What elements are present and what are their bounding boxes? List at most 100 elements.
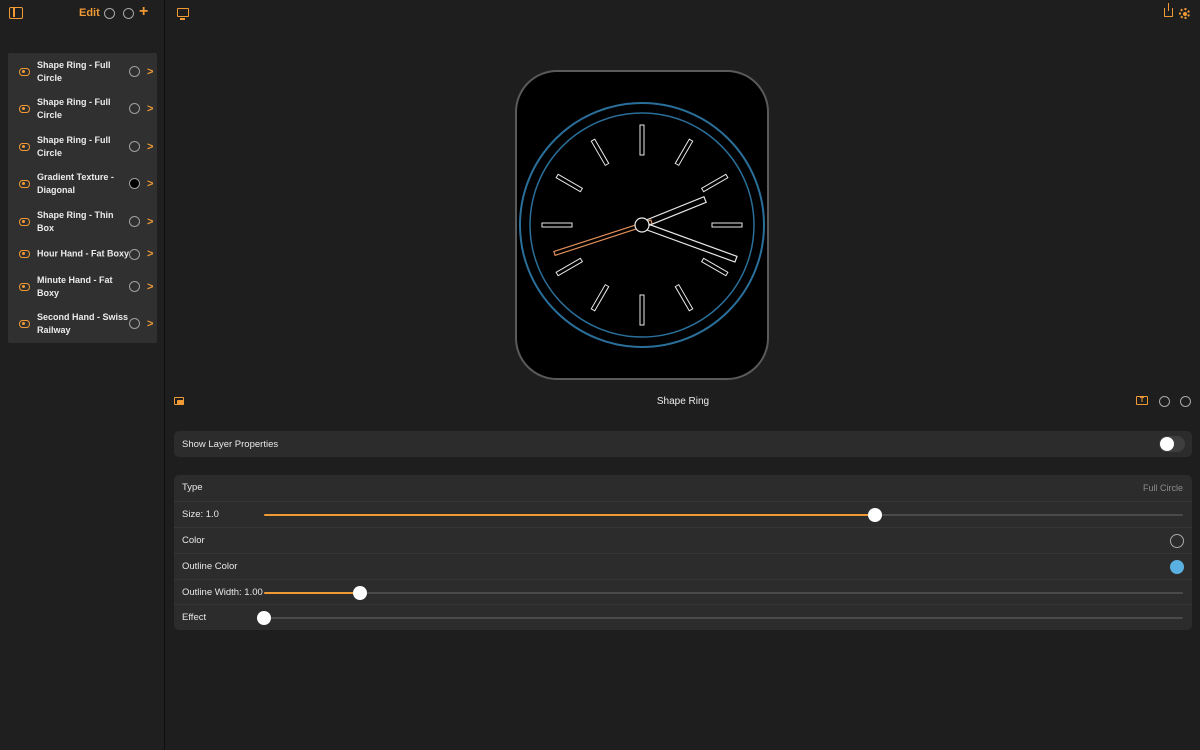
eye-icon[interactable]	[19, 250, 30, 258]
color-swatch	[129, 103, 140, 114]
layer-header: Shape Ring T	[166, 390, 1200, 414]
type-row[interactable]: Type Full Circle	[174, 475, 1192, 501]
layer-label: Shape Ring - Full Circle	[37, 96, 111, 120]
eye-icon[interactable]	[19, 104, 30, 113]
list-item[interactable]: Shape Ring - Thin Box >	[8, 203, 157, 240]
color-swatch	[129, 248, 140, 260]
size-row: Size: 1.0	[174, 501, 1192, 527]
layer-label: Hour Hand - Fat Boxy	[37, 248, 130, 259]
show-layer-properties-label: Show Layer Properties	[182, 439, 279, 450]
list-item[interactable]: Minute Hand - Fat Boxy >	[8, 268, 157, 305]
eye-icon[interactable]	[19, 217, 30, 226]
list-item[interactable]: Hour Hand - Fat Boxy >	[8, 236, 157, 272]
chevron-right-icon[interactable]: >	[147, 318, 153, 330]
layer-label: Gradient Texture - Diagonal	[37, 171, 114, 195]
layer-properties-panel: Show Layer Properties	[174, 431, 1192, 457]
minute-hand	[640, 221, 738, 263]
chevron-right-icon[interactable]: >	[147, 281, 153, 293]
type-value[interactable]: Full Circle	[1143, 483, 1183, 493]
layer-label: Second Hand - Swiss Railway	[37, 311, 129, 335]
effect-row: Effect	[174, 604, 1192, 630]
color-swatch	[129, 216, 140, 227]
text-icon[interactable]: T	[1136, 396, 1148, 405]
outline-width-label: Outline Width: 1.00	[182, 587, 263, 598]
list-item[interactable]: Gradient Texture - Diagonal >	[8, 165, 157, 202]
layer-title: Shape Ring	[656, 396, 710, 407]
outline-color-row[interactable]: Outline Color	[174, 553, 1192, 579]
chevron-right-icon[interactable]: >	[147, 103, 153, 115]
hour-marker	[674, 138, 694, 167]
color-swatch[interactable]	[1170, 534, 1184, 548]
size-slider-thumb[interactable]	[868, 508, 883, 522]
size-slider[interactable]	[264, 508, 1183, 522]
sidebar-toolbar: Edit +	[0, 0, 165, 28]
sidebar: Edit + Shape Ring - Full Circle > Shape …	[0, 0, 165, 750]
layer-label: Shape Ring - Thin Box	[37, 209, 114, 233]
color-label: Color	[182, 535, 205, 546]
color-swatch	[129, 178, 140, 189]
effect-slider[interactable]	[257, 611, 1183, 625]
eye-icon[interactable]	[19, 142, 30, 151]
chevron-right-icon[interactable]: >	[147, 66, 153, 78]
add-layer-icon[interactable]: +	[139, 3, 148, 21]
color-swatch	[129, 281, 140, 292]
eye-icon[interactable]	[19, 179, 30, 188]
undo-icon[interactable]	[104, 8, 115, 19]
center-pin	[634, 217, 650, 233]
outline-width-slider-thumb[interactable]	[353, 586, 368, 600]
eye-icon[interactable]	[19, 67, 30, 76]
outline-width-row: Outline Width: 1.00	[174, 579, 1192, 605]
layer-label: Minute Hand - Fat Boxy	[37, 274, 113, 298]
redo-icon[interactable]	[1180, 396, 1191, 407]
outline-width-slider[interactable]	[264, 586, 1183, 600]
layer-list: Shape Ring - Full Circle > Shape Ring - …	[8, 53, 157, 343]
watch-face-preview[interactable]	[515, 70, 769, 380]
hour-marker	[711, 222, 743, 228]
hour-marker	[555, 173, 584, 193]
effect-slider-thumb[interactable]	[257, 611, 271, 625]
edit-button[interactable]: Edit	[79, 7, 100, 19]
color-row[interactable]: Color	[174, 527, 1192, 553]
hour-marker	[590, 138, 610, 167]
hour-marker	[674, 283, 694, 312]
hour-marker	[700, 173, 729, 193]
effect-label: Effect	[182, 612, 207, 623]
hour-marker	[541, 222, 573, 228]
layer-label: Shape Ring - Full Circle	[37, 59, 111, 83]
list-item[interactable]: Shape Ring - Full Circle >	[8, 90, 157, 127]
share-icon[interactable]	[1164, 3, 1173, 17]
size-slider-fill	[264, 514, 876, 516]
chevron-right-icon[interactable]: >	[147, 141, 153, 153]
hour-marker	[700, 257, 729, 277]
color-swatch	[129, 318, 140, 329]
main-area: Shape Ring T Show Layer Properties Type …	[166, 0, 1200, 750]
list-item[interactable]: Second Hand - Swiss Railway >	[8, 305, 157, 342]
color-swatch	[129, 141, 140, 152]
type-label: Type	[182, 482, 203, 493]
hour-hand	[640, 195, 707, 229]
hour-marker	[639, 294, 645, 326]
hour-marker	[639, 124, 645, 156]
list-item[interactable]: Shape Ring - Full Circle >	[8, 128, 157, 165]
layer-label: Shape Ring - Full Circle	[37, 134, 111, 158]
outline-color-swatch[interactable]	[1170, 560, 1184, 574]
chevron-right-icon[interactable]: >	[147, 248, 153, 260]
outline-color-label: Outline Color	[182, 561, 238, 572]
size-label: Size: 1.0	[182, 509, 219, 520]
hour-marker	[590, 283, 610, 312]
eye-icon[interactable]	[19, 282, 30, 291]
monitor-icon[interactable]	[177, 8, 189, 20]
redo-icon[interactable]	[123, 8, 134, 19]
undo-icon[interactable]	[1159, 396, 1170, 407]
color-swatch	[129, 66, 140, 77]
chevron-right-icon[interactable]: >	[147, 178, 153, 190]
sidebar-toggle-icon[interactable]	[9, 7, 23, 19]
list-item[interactable]: Shape Ring - Full Circle >	[8, 53, 157, 90]
eye-icon[interactable]	[19, 319, 30, 328]
chevron-right-icon[interactable]: >	[147, 216, 153, 228]
settings-panel: Type Full Circle Size: 1.0 Color Outline…	[174, 475, 1192, 630]
gear-icon[interactable]	[1179, 8, 1190, 19]
watch-face-canvas	[519, 102, 765, 348]
show-layer-properties-toggle[interactable]	[1159, 436, 1185, 452]
outline-width-slider-fill	[264, 592, 361, 594]
